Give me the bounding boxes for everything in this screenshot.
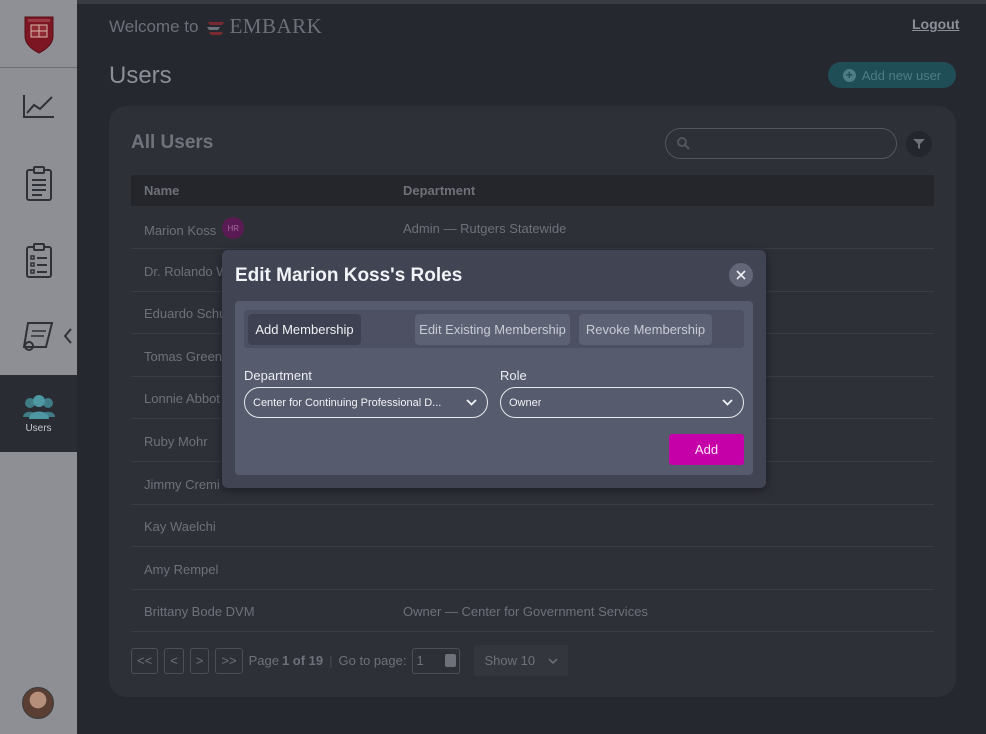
users-icon [22,395,55,419]
table-header: Name Department [131,175,934,206]
add-new-user-button[interactable]: + Add new user [828,62,956,88]
membership-tabs: Add Membership Edit Existing Membership … [244,310,744,348]
user-name: Marion Koss [144,222,217,238]
table-row[interactable]: Brittany Bode DVM Owner — Center for Gove… [131,590,934,633]
user-name: Kay Waelchi [144,519,216,535]
scroll-diploma-icon [22,322,53,351]
column-header-department[interactable]: Department [403,183,475,198]
plus-circle-icon: + [842,68,856,82]
column-header-name[interactable]: Name [144,183,179,198]
chevron-down-icon [548,657,558,664]
user-name-cell: Dr. Rolando W [144,264,229,279]
department-select[interactable]: Center for Continuing Professional D... [244,387,488,418]
next-page-button[interactable]: > [189,647,210,674]
nav-users-label: Users [25,423,52,434]
nav-clipboard[interactable] [0,154,77,214]
department-cell: Owner — Center for Government Services [403,604,648,620]
nav-users[interactable]: Users [0,375,77,452]
prev-page-button[interactable]: < [164,647,184,674]
welcome-banner: Welcome to EMBARK [109,14,322,39]
table-row[interactable]: Kay Waelchi [131,505,934,548]
page-prefix: Page [248,653,279,668]
goto-label: Go to page: [338,653,407,668]
edit-roles-modal: Edit Marion Koss's Roles Add Membership … [222,250,766,488]
chevron-down-icon [466,399,477,406]
clipboard-icon [25,166,52,201]
first-page-button[interactable]: << [131,647,159,674]
user-name: Ruby Mohr [144,434,208,449]
close-button[interactable] [729,263,753,287]
page-title: Users [109,62,172,89]
stepper-icon[interactable] [445,654,457,667]
close-icon [736,270,746,280]
search-icon [677,137,690,150]
user-avatar[interactable] [22,687,54,719]
chevron-down-icon [722,399,733,406]
logout-link[interactable]: Logout [912,16,959,32]
user-name-cell: Tomas Green [144,349,222,364]
page-info: 1 of 19 [281,653,324,668]
top-border [77,0,986,4]
user-name-cell: Amy Rempel [144,562,218,577]
user-name-cell: Ruby Mohr [144,434,208,449]
add-membership-button[interactable]: Add [669,434,744,465]
user-name: Brittany Bode DVM [144,604,255,620]
user-name-cell: Kay Waelchi [144,519,216,534]
role-select-value: Owner [509,396,542,409]
brand-logo: EMBARK [206,14,322,39]
add-new-user-label: Add new user [861,67,942,83]
all-users-title: All Users [131,132,214,153]
page-size-value: Show 10 [484,653,536,668]
modal-body: Add Membership Edit Existing Membership … [235,301,753,475]
user-name: Lonnie Abbot [144,391,220,407]
chevron-left-icon [63,328,72,344]
department-label: Department [244,368,312,383]
tab-add-membership[interactable]: Add Membership [248,314,361,345]
filter-icon [913,139,925,149]
user-name: Amy Rempel [144,561,219,577]
user-name: Dr. Rolando W [144,263,229,279]
pagination: << < > >> Page 1 of 19 | Go to page: 1 S… [131,645,569,676]
embark-mark-icon [207,21,225,35]
role-label: Role [500,368,527,383]
user-name-cell: Jimmy Cremi [144,477,220,492]
goto-page-input[interactable]: 1 [412,647,461,674]
user-name-cell: Lonnie Abbot [144,391,220,406]
nav-checklist[interactable] [0,231,77,291]
search-input[interactable] [665,128,897,159]
table-row[interactable]: Amy Rempel [131,548,934,590]
table-row[interactable]: Marion Koss HR Admin — Rutgers Statewide [131,207,934,249]
user-name-cell: Eduardo Schu [144,306,226,321]
pager-separator: | [329,653,333,668]
filter-button[interactable] [906,131,932,157]
sidebar: Users [0,0,77,734]
user-name: Tomas Green [144,348,223,364]
chart-line-icon [22,95,54,118]
role-select[interactable]: Owner [500,387,744,418]
tab-revoke-membership[interactable]: Revoke Membership [579,314,712,345]
user-name-cell: Marion Koss HR [144,217,245,239]
modal-title: Edit Marion Koss's Roles [235,265,463,286]
user-name-cell: Brittany Bode DVM [144,604,255,619]
last-page-button[interactable]: >> [215,647,243,674]
page-size-select[interactable]: Show 10 [474,645,569,676]
goto-page-value: 1 [416,653,424,668]
user-name: Eduardo Schu [144,306,227,322]
nav-dashboard[interactable] [0,76,77,136]
checklist-icon [25,243,52,278]
department-cell: Admin — Rutgers Statewide [403,221,567,236]
collapse-sidebar-button[interactable] [62,327,74,350]
university-shield-logo[interactable] [0,0,77,68]
shield-icon [24,16,53,54]
tab-edit-existing-membership[interactable]: Edit Existing Membership [415,314,570,345]
role-badge: HR [222,217,245,239]
user-name: Jimmy Cremi [144,476,220,492]
welcome-text: Welcome to [109,16,199,36]
department-select-value: Center for Continuing Professional D... [253,396,442,409]
brand-name: EMBARK [229,14,323,38]
